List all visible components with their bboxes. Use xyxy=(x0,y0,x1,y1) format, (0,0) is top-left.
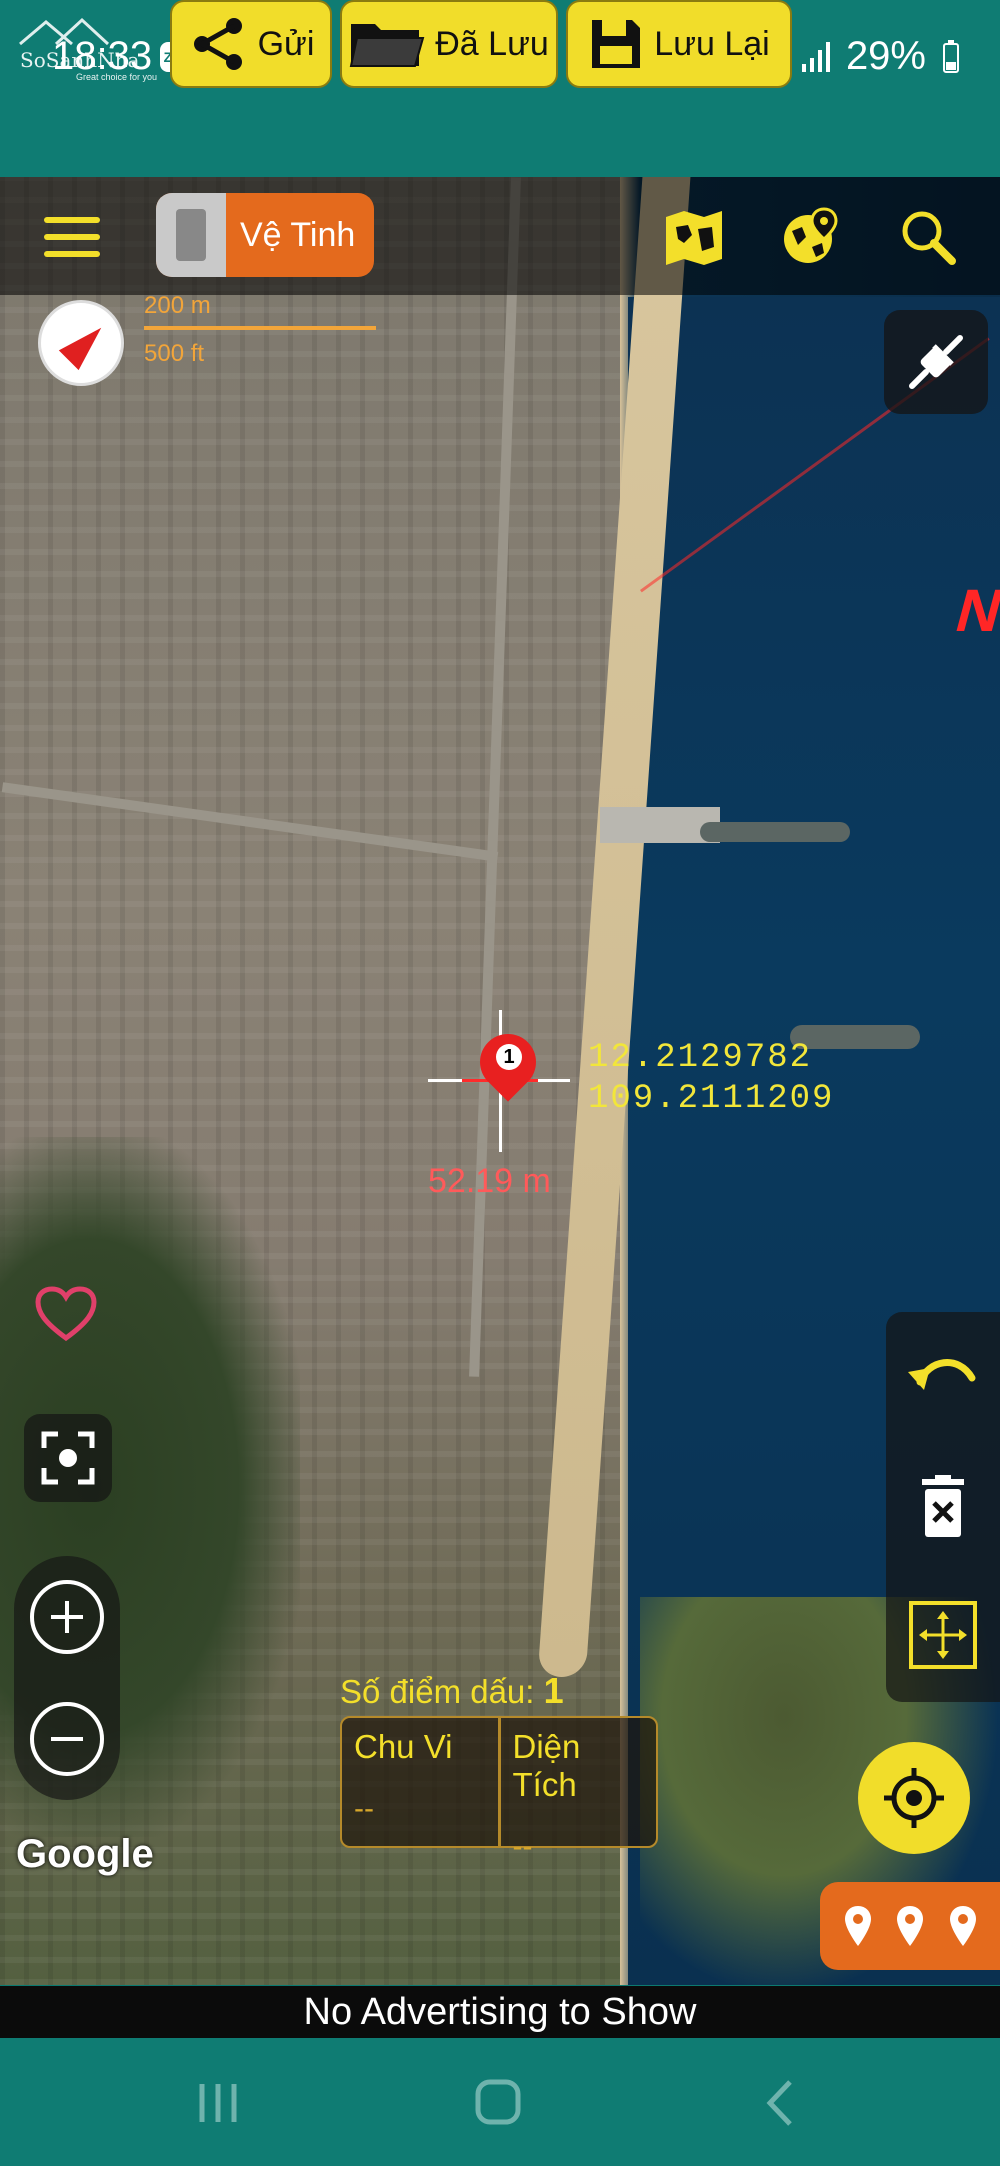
map-scale: 200 m 500 ft xyxy=(144,290,384,380)
system-nav-bar xyxy=(0,2038,1000,2166)
perimeter-cell: Chu Vi -- xyxy=(342,1718,498,1846)
map-type-button[interactable]: Vệ Tinh xyxy=(156,193,374,277)
edit-toolbar xyxy=(886,1312,1000,1702)
map-ship xyxy=(700,822,850,842)
pin-icon xyxy=(844,1906,871,1946)
plus-icon xyxy=(51,1601,83,1633)
fullscreen-button[interactable] xyxy=(24,1414,112,1502)
send-button[interactable]: Gửi xyxy=(170,0,332,88)
minus-icon xyxy=(51,1737,83,1741)
ad-banner[interactable]: No Advertising to Show xyxy=(0,1986,1000,2038)
pin-icon xyxy=(949,1906,976,1946)
undo-icon xyxy=(908,1359,976,1390)
marker-coordinates: 12.2129782 109.2111209 xyxy=(588,1038,834,1120)
saved-label: Đã Lưu xyxy=(435,24,549,63)
map-type-label: Vệ Tinh xyxy=(240,215,356,254)
battery-icon xyxy=(943,39,959,73)
latitude-value: 12.2129782 xyxy=(588,1039,813,1077)
scale-bar xyxy=(144,326,376,330)
zoom-controls xyxy=(14,1556,120,1800)
expand-arrows-icon xyxy=(909,1601,977,1669)
signal-icon xyxy=(801,41,830,72)
fit-bounds-button[interactable] xyxy=(904,1596,982,1674)
area-value: -- xyxy=(512,1830,533,1863)
floppy-disk-icon xyxy=(592,20,641,68)
delete-button[interactable] xyxy=(904,1468,982,1546)
my-location-button[interactable] xyxy=(858,1742,970,1854)
compass-button[interactable] xyxy=(38,300,124,386)
area-label: Diện Tích xyxy=(512,1728,581,1803)
plug-icon xyxy=(909,335,963,389)
connect-button[interactable] xyxy=(884,310,988,414)
trash-icon xyxy=(922,1475,964,1537)
distance-label: 52.19 m xyxy=(428,1162,551,1200)
zoom-out-button[interactable] xyxy=(30,1702,104,1776)
save-label: Lưu Lại xyxy=(654,24,770,63)
saved-button[interactable]: Đã Lưu xyxy=(340,0,558,88)
add-points-button[interactable] xyxy=(820,1882,1000,1970)
marker-number: 1 xyxy=(496,1044,522,1070)
share-icon xyxy=(193,18,242,70)
search-icon[interactable] xyxy=(896,207,960,267)
status-time: 18:33 xyxy=(52,34,153,78)
menu-icon xyxy=(44,217,100,223)
folder-icon xyxy=(350,24,425,67)
pin-icon xyxy=(897,1906,923,1946)
earth-pin-icon[interactable] xyxy=(778,207,842,267)
map-marker[interactable]: 1 xyxy=(468,1022,548,1106)
app-screen: SoSanhNha Great choice for you 18:33 Zal… xyxy=(0,0,1000,2166)
scale-metric: 200 m xyxy=(144,292,211,319)
back-icon[interactable] xyxy=(752,2078,812,2128)
scale-imperial: 500 ft xyxy=(144,340,205,367)
compass-needle-icon xyxy=(58,317,112,371)
menu-button[interactable] xyxy=(44,217,100,257)
measurement-panel: Chu Vi -- Diện Tích -- xyxy=(340,1716,658,1863)
save-button[interactable]: Lưu Lại xyxy=(566,0,792,88)
satellite-thumbnail-icon xyxy=(156,193,226,277)
points-label: Số điểm dấu: xyxy=(340,1673,535,1710)
focus-frame-icon xyxy=(41,1431,95,1485)
zoom-in-button[interactable] xyxy=(30,1580,104,1654)
top-toolbar: Vệ Tinh xyxy=(0,177,1000,295)
battery-percent: 29% xyxy=(845,34,926,78)
perimeter-value: -- xyxy=(354,1792,374,1825)
points-counter: Số điểm dấu: 1 xyxy=(340,1670,564,1712)
home-icon[interactable] xyxy=(468,2078,528,2128)
crosshair-locate-icon xyxy=(884,1768,944,1828)
send-label: Gửi xyxy=(257,24,315,63)
undo-button[interactable] xyxy=(904,1334,982,1412)
favorite-heart-icon[interactable] xyxy=(34,1286,98,1342)
perimeter-label: Chu Vi xyxy=(354,1728,453,1765)
longitude-value: 109.2111209 xyxy=(588,1080,835,1118)
google-attribution: Google xyxy=(16,1832,154,1876)
area-cell: Diện Tích -- xyxy=(497,1718,657,1863)
recent-apps-icon[interactable] xyxy=(188,2078,248,2128)
points-value: 1 xyxy=(543,1670,564,1711)
map-layers-icon[interactable] xyxy=(662,207,726,267)
